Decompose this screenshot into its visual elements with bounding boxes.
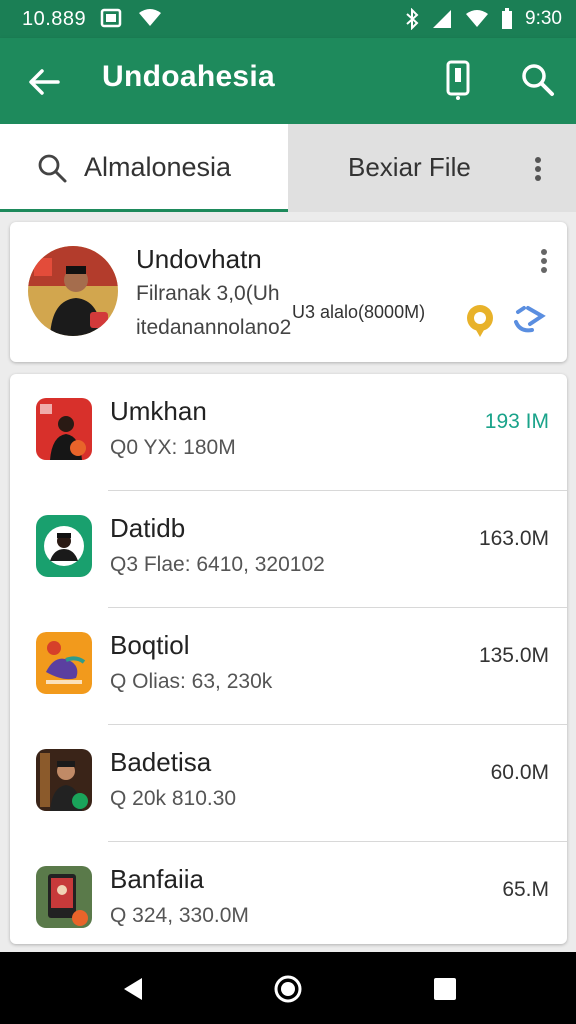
more-vert-icon[interactable] [528,154,548,184]
app-size: 60.0M [490,761,549,784]
battery-icon [502,8,513,29]
app-size: 135.0M [478,644,549,667]
app-name: Banfaiia [110,864,204,894]
nav-recents-icon[interactable] [430,974,460,1004]
nav-home-icon[interactable] [273,974,303,1004]
avatar [28,246,118,336]
app-bar: Undoahesia [0,38,576,124]
list-item[interactable]: Umkhan Q0 YX: 180M 193 IM [10,374,567,491]
list-item[interactable]: Datidb Q3 Flae: 6410, 320102 163.0M [10,491,567,608]
nav-back-icon[interactable] [118,974,148,1004]
app-list: Umkhan Q0 YX: 180M 193 IM Datidb Q3 Flae… [10,374,567,944]
app-icon [36,749,92,811]
wifi-icon [139,9,161,26]
featured-line1: Filranak 3,0(Uh [136,282,280,305]
status-clock: 9:30 [525,8,562,29]
share-icon[interactable] [510,302,550,338]
app-size: 163.0M [478,527,549,550]
tab-file[interactable]: Bexiar File [288,124,576,212]
bluetooth-icon [406,8,419,30]
app-name: Umkhan [110,396,207,426]
tab-search[interactable]: Almalonesia [0,124,288,212]
arrow-back-icon[interactable] [24,62,64,102]
more-vert-icon[interactable] [534,246,554,276]
chat-bubble-icon[interactable] [462,302,498,338]
list-item[interactable]: Badetisa Q 20k 810.30 60.0M [10,725,567,842]
app-icon [36,632,92,694]
status-bar: 10.889 9:30 [0,0,576,38]
page-title: Undoahesia [102,60,276,93]
tab-bar: Almalonesia Bexiar File [0,124,576,212]
app-icon [36,398,92,460]
app-icon [36,866,92,928]
featured-middle-text: U3 alalo(8000M) [292,302,426,322]
app-size: 193 IM [484,410,549,433]
status-left-icons [100,8,162,28]
search-icon[interactable] [518,60,558,100]
list-item[interactable]: Boqtiol Q Olias: 63, 230k 135.0M [10,608,567,725]
phone-notification-icon[interactable] [438,58,478,102]
search-icon [38,154,67,183]
featured-line2: itedanannolano2 [136,316,292,339]
app-details: Q 324, 330.0M [110,904,249,927]
app-details: Q 20k 810.30 [110,787,237,810]
status-right-icons: 9:30 [405,8,562,30]
app-details: Q3 Flae: 6410, 320102 [110,553,325,576]
app-details: Q Olias: 63, 230k [110,670,273,693]
signal-icon [433,10,452,28]
wifi-signal-icon [466,10,489,27]
app-size: 65.M [502,878,549,901]
navigation-bar [0,952,576,1024]
list-item[interactable]: Banfaiia Q 324, 330.0M 65.M [10,842,567,944]
screenshot-icon [100,8,122,28]
app-name: Datidb [110,513,186,543]
app-name: Badetisa [110,747,212,777]
featured-name: Undovhatn [136,244,262,274]
tab-file-label: Bexiar File [348,152,471,182]
app-name: Boqtiol [110,630,190,660]
app-details: Q0 YX: 180M [110,436,236,459]
featured-card[interactable]: Undovhatn Filranak 3,0(Uh itedanannolano… [10,222,567,362]
app-icon [36,515,92,577]
status-time: 10.889 [22,8,87,30]
tab-search-label: Almalonesia [84,152,232,182]
